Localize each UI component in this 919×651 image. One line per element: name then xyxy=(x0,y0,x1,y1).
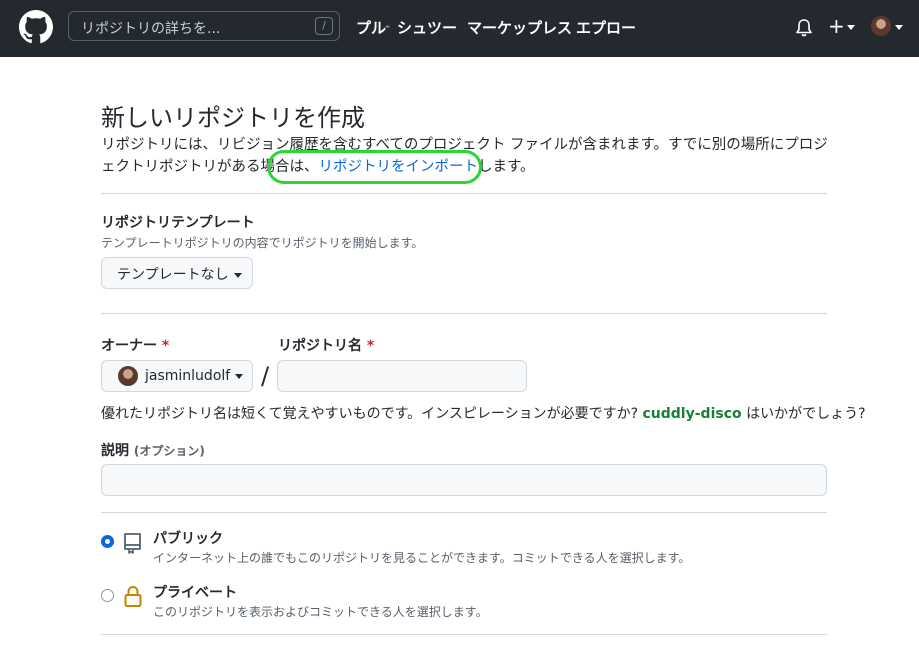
description-input[interactable] xyxy=(101,464,827,496)
notifications-bell-icon[interactable] xyxy=(795,18,813,38)
repo-icon xyxy=(124,533,141,554)
search-input[interactable]: リポジトリの詳ちを... / xyxy=(68,11,340,41)
description-optional: (オプション) xyxy=(133,444,205,458)
hint-suffix: はいかがでしょう? xyxy=(741,406,866,422)
visibility-private-title[interactable]: プライベート xyxy=(153,582,237,602)
repo-name-input[interactable] xyxy=(277,360,527,392)
divider xyxy=(101,313,827,314)
visibility-private-radio[interactable] xyxy=(101,589,114,602)
intro-suffix: します。 xyxy=(478,159,535,175)
divider xyxy=(101,512,827,513)
description-label-text: 説明 xyxy=(101,443,129,459)
owner-selected: jasminludolf xyxy=(145,368,231,384)
repo-name-label-text: リポジトリ名 xyxy=(278,338,362,354)
visibility-private-desc: このリポジトリを表示およびコミットできる人を選択します。 xyxy=(153,605,488,619)
nav-separator: - xyxy=(385,19,390,33)
repo-name-label: リポジトリ名 * xyxy=(278,335,374,355)
user-avatar[interactable] xyxy=(871,16,891,36)
create-new-plus-icon[interactable]: + xyxy=(828,14,845,38)
lock-icon xyxy=(124,586,142,607)
owner-repo-separator: / xyxy=(261,362,270,390)
user-menu-caret-icon[interactable] xyxy=(895,25,903,30)
divider xyxy=(101,634,827,635)
visibility-public-desc: インターネット上の誰でもこのリポジトリを見ることができます。コミットできる人を選… xyxy=(153,551,691,565)
create-new-caret-icon[interactable] xyxy=(847,25,855,30)
template-label: リポジトリテンプレート xyxy=(101,215,255,231)
name-suggestion[interactable]: cuddly-disco xyxy=(643,406,742,422)
nav-marketplace[interactable]: マーケップレス xyxy=(467,17,572,38)
search-placeholder: リポジトリの詳ちを... xyxy=(81,21,221,37)
nav-pulls[interactable]: プル xyxy=(356,17,386,38)
visibility-public-radio[interactable] xyxy=(101,535,114,548)
template-note: テンプレートリポジトリの内容でリポジトリを開始します。 xyxy=(101,236,424,250)
search-shortcut-key: / xyxy=(315,17,333,35)
repo-name-hint: 優れたリポジトリ名は短くて覚えやすいものです。インスピレーションが必要ですか? … xyxy=(101,403,866,423)
hint-text: 優れたリポジトリ名は短くて覚えやすいものです。インスピレーションが必要ですか? xyxy=(101,406,643,422)
nav-explore[interactable]: エプロー xyxy=(576,17,636,38)
owner-label: オーナー * xyxy=(101,335,169,355)
chevron-down-icon xyxy=(235,373,244,379)
owner-avatar xyxy=(118,366,138,386)
owner-label-text: オーナー xyxy=(101,338,157,354)
owner-select-button[interactable]: jasminludolf xyxy=(101,360,253,392)
page-title: 新しいリポジトリを作成 xyxy=(101,104,365,132)
template-selected: テンプレートなし xyxy=(117,267,229,283)
template-select-button[interactable]: テンプレートなし xyxy=(101,257,253,289)
repo-name-required-mark: * xyxy=(366,338,375,354)
description-label: 説明 (オプション) xyxy=(101,440,205,460)
top-header: リポジトリの詳ちを... / プル - シュツー マーケップレス エプロー + xyxy=(0,0,919,57)
divider xyxy=(101,193,827,194)
github-logo-icon[interactable] xyxy=(19,10,53,44)
nav-issues[interactable]: シュツー xyxy=(397,17,457,38)
owner-required-mark: * xyxy=(161,338,170,354)
chevron-down-icon xyxy=(233,272,242,278)
visibility-public-title[interactable]: パブリック xyxy=(153,528,223,548)
import-link-highlight xyxy=(267,150,482,184)
